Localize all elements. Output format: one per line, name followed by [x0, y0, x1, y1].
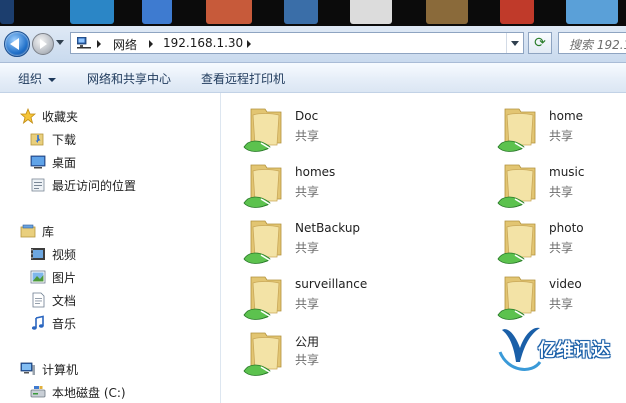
sidebar-item-label: 桌面: [52, 156, 77, 170]
share-type: 共享: [295, 297, 320, 311]
forward-button[interactable]: [32, 33, 54, 55]
sidebar-item-label: 最近访问的位置: [52, 179, 137, 193]
sidebar-item-label: 计算机: [42, 363, 79, 377]
share-item[interactable]: music 共享: [475, 159, 626, 209]
shared-folder-icon: [243, 276, 282, 321]
command-bar: 组织 网络和共享中心 查看远程打印机: [0, 63, 626, 93]
desktop-icon: [30, 155, 46, 169]
breadcrumb-host[interactable]: 192.168.1.30: [163, 36, 243, 50]
share-name: Doc: [295, 109, 319, 123]
sidebar-item-label: 收藏夹: [42, 110, 79, 124]
local-disk-icon: [30, 386, 46, 398]
share-item[interactable]: 公用 共享: [221, 327, 421, 377]
taskbar-thumbnail[interactable]: [284, 0, 318, 24]
shared-folder-icon: [497, 276, 536, 321]
share-item[interactable]: home 共享: [475, 103, 626, 153]
taskbar-thumbnail[interactable]: [142, 0, 172, 24]
share-name: homes: [295, 165, 336, 179]
computer-icon: [20, 362, 35, 375]
sidebar-item-label: 下载: [52, 133, 77, 147]
refresh-icon: ⟳: [534, 35, 546, 51]
share-type: 共享: [295, 129, 320, 143]
shared-folder-icon: [497, 220, 536, 265]
videos-library-icon: [31, 248, 45, 260]
share-name: video: [549, 277, 582, 291]
share-item[interactable]: homes 共享: [221, 159, 421, 209]
music-library-icon: [31, 315, 44, 330]
network-icon: [77, 37, 91, 49]
share-type: 共享: [549, 297, 574, 311]
navigation-pane: 收藏夹 下载 桌面 最近访问的位置 库 视频 图片 文档 音乐 计算机 本地磁盘…: [0, 93, 221, 403]
breadcrumb-network[interactable]: 网络: [113, 36, 137, 53]
shared-folder-icon: [243, 332, 282, 377]
downloads-folder-icon: [30, 133, 44, 146]
address-dropdown-button[interactable]: [506, 33, 523, 53]
breadcrumb-separator-icon[interactable]: [149, 40, 153, 48]
breadcrumb-separator-icon[interactable]: [247, 40, 251, 48]
share-name: home: [549, 109, 584, 123]
share-type: 共享: [295, 241, 320, 255]
share-name: 公用: [295, 335, 320, 349]
taskbar-thumbnail[interactable]: [350, 0, 392, 24]
sidebar-item-label: 库: [42, 225, 55, 239]
navigation-bar: 网络 192.168.1.30 ⟳ 搜索 192.1...: [0, 26, 626, 63]
watermark: 亿维讯达: [498, 322, 626, 382]
shared-folder-icon: [243, 108, 282, 153]
share-item[interactable]: NetBackup 共享: [221, 215, 421, 265]
recent-places-icon: [31, 178, 45, 192]
share-name: surveillance: [295, 277, 368, 291]
recent-pages-dropdown-icon[interactable]: [56, 40, 64, 45]
share-item[interactable]: photo 共享: [475, 215, 626, 265]
taskbar-thumbnail[interactable]: [206, 0, 252, 24]
breadcrumb-separator-icon[interactable]: [97, 40, 101, 48]
refresh-button[interactable]: ⟳: [528, 32, 552, 54]
sidebar-item-label: 图片: [52, 271, 77, 285]
organize-button[interactable]: 组织: [18, 70, 57, 87]
view-remote-printers-button[interactable]: 查看远程打印机: [201, 70, 285, 87]
share-type: 共享: [295, 185, 320, 199]
back-arrow-icon: [10, 38, 19, 50]
taskbar-thumbnail[interactable]: [70, 0, 114, 24]
watermark-text: 亿维讯达: [538, 340, 610, 361]
address-bar[interactable]: 网络 192.168.1.30: [70, 32, 524, 54]
share-type: 共享: [549, 241, 574, 255]
organize-label: 组织: [18, 72, 43, 86]
share-name: photo: [549, 221, 584, 235]
sidebar-item-label: 文档: [52, 294, 77, 308]
forward-arrow-icon: [40, 39, 47, 49]
libraries-icon: [20, 224, 36, 238]
shared-folder-icon: [243, 220, 282, 265]
taskbar-thumbnail[interactable]: [566, 0, 618, 24]
taskbar-thumbnail[interactable]: [500, 0, 534, 24]
network-sharing-center-button[interactable]: 网络和共享中心: [87, 70, 171, 87]
sidebar-item-label: 视频: [52, 248, 77, 262]
sidebar-item-label: 本地磁盘 (C:): [52, 386, 126, 400]
share-item[interactable]: surveillance 共享: [221, 271, 421, 321]
back-button[interactable]: [4, 31, 30, 57]
share-type: 共享: [549, 129, 574, 143]
taskbar-thumbnail[interactable]: [0, 0, 14, 24]
share-type: 共享: [295, 353, 320, 367]
star-icon: [20, 108, 36, 124]
documents-library-icon: [32, 292, 45, 308]
chevron-down-icon: [48, 77, 57, 82]
search-input[interactable]: 搜索 192.1...: [558, 32, 626, 54]
sidebar-item-label: 音乐: [52, 317, 77, 331]
share-item[interactable]: video 共享: [475, 271, 626, 321]
share-name: music: [549, 165, 585, 179]
share-type: 共享: [549, 185, 574, 199]
taskbar-thumbnail[interactable]: [426, 0, 468, 24]
search-placeholder: 搜索 192.1...: [569, 38, 626, 52]
share-item[interactable]: Doc 共享: [221, 103, 421, 153]
pictures-library-icon: [30, 270, 46, 284]
watermark-logo-icon: [498, 327, 542, 371]
share-name: NetBackup: [295, 221, 361, 235]
shared-folder-icon: [243, 164, 282, 209]
shared-folder-icon: [497, 164, 536, 209]
shared-folder-icon: [497, 108, 536, 153]
